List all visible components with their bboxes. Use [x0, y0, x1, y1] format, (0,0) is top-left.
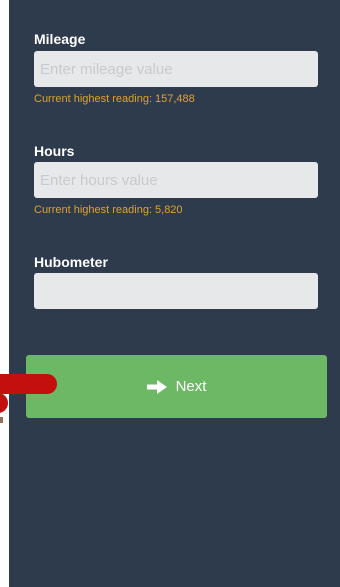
- hours-hint: Current highest reading: 5,820: [34, 204, 183, 217]
- next-button-label: Next: [175, 378, 207, 395]
- mileage-hint-prefix: Current highest reading:: [34, 93, 153, 105]
- hubometer-label: Hubometer: [34, 254, 108, 270]
- screen: Mileage Current highest reading:157,488 …: [0, 0, 340, 587]
- mileage-hint-value: 157,488: [155, 93, 195, 105]
- hours-hint-value: 5,820: [155, 204, 183, 216]
- next-button[interactable]: Next: [26, 355, 327, 418]
- mileage-label: Mileage: [34, 31, 86, 47]
- annotation-marker-dot: [0, 393, 8, 413]
- mileage-input[interactable]: [34, 51, 318, 87]
- hours-hint-prefix: Current highest reading:: [34, 204, 153, 216]
- hours-label: Hours: [34, 143, 75, 159]
- annotation-marker-tick: [0, 417, 3, 423]
- mileage-hint: Current highest reading: 157,488: [34, 93, 195, 106]
- hubometer-input[interactable]: [34, 273, 318, 309]
- annotation-marker-bar: [0, 374, 57, 394]
- hours-input[interactable]: [34, 162, 318, 198]
- arrow-right-icon: [146, 379, 167, 394]
